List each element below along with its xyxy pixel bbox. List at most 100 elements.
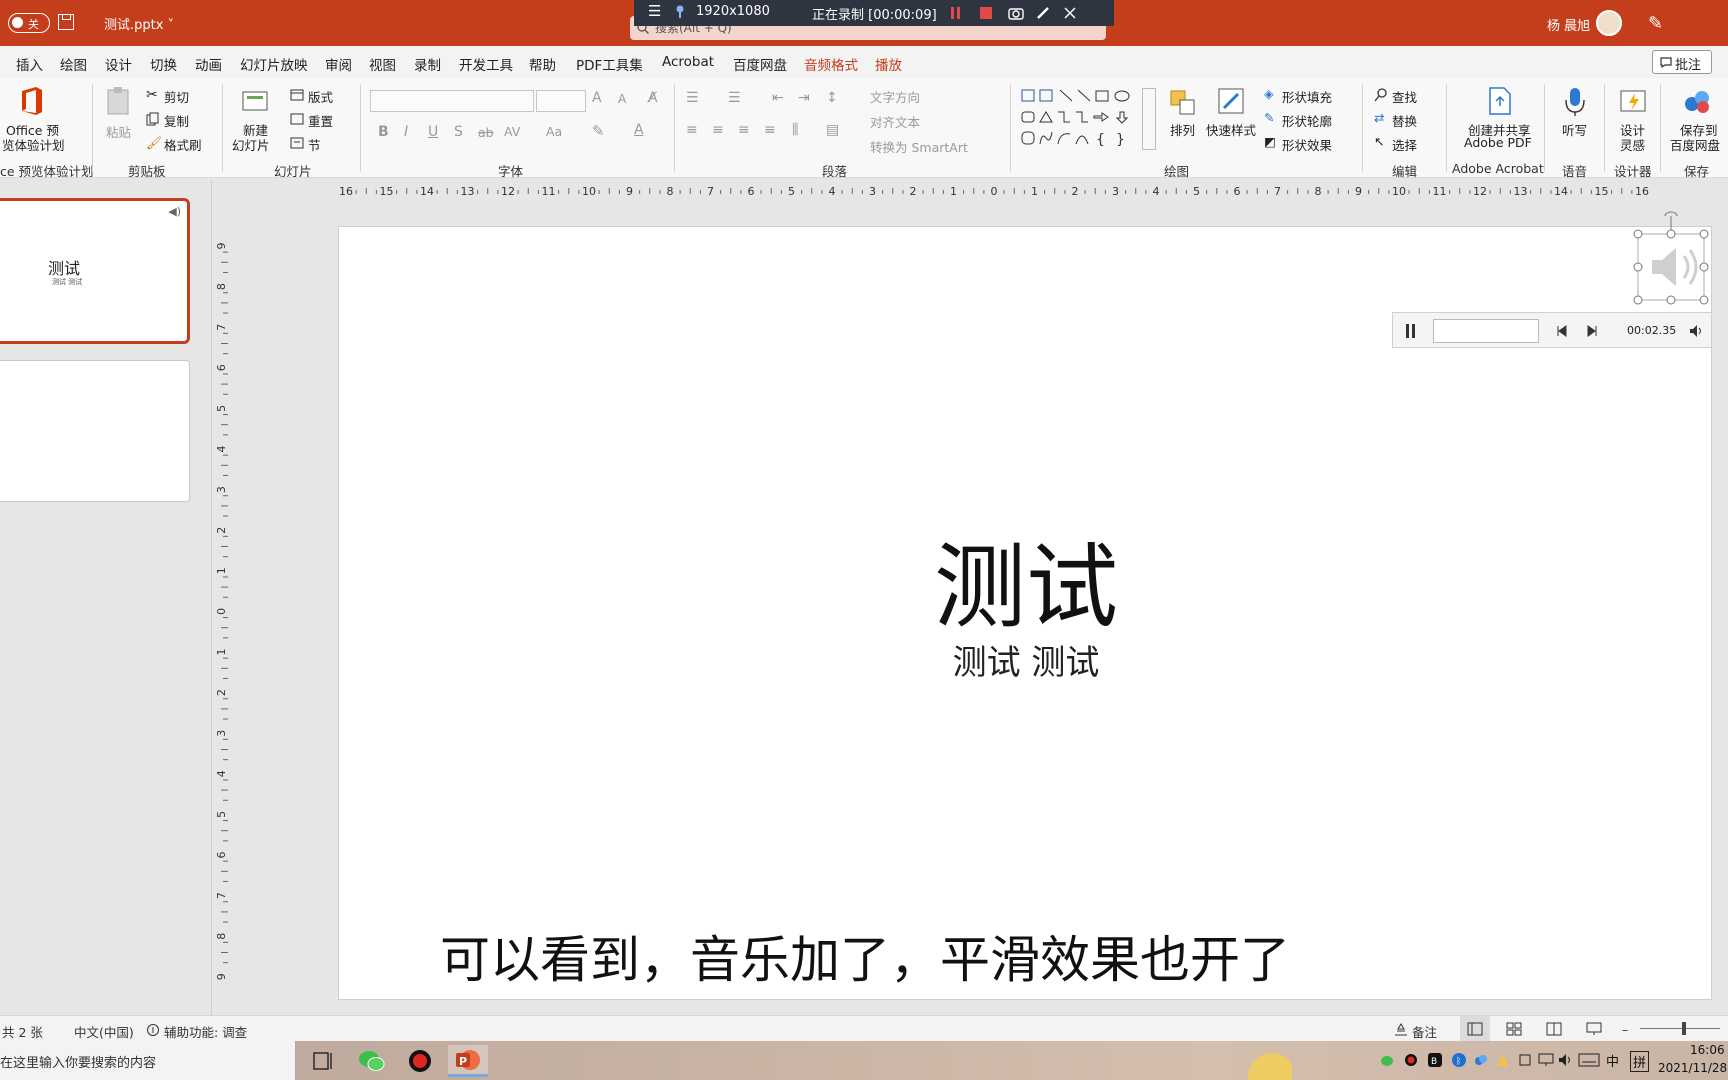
shape-outline-button[interactable]: 形状轮廓 [1282,111,1332,130]
audio-object[interactable] [1633,211,1709,305]
slide-thumbnail-2[interactable] [0,360,190,502]
slide-thumbnail-1[interactable]: ◀) 测试 测试 测试 [0,198,190,344]
zoom-out-icon[interactable]: – [1622,1022,1628,1037]
tab-design[interactable]: 设计 [105,54,132,74]
design-ideas-label-2[interactable]: 灵感 [1620,135,1645,154]
clock-date[interactable]: 2021/11/28 [1658,1061,1727,1075]
stop-icon[interactable] [980,7,992,19]
recorder-tray-icon[interactable] [1404,1053,1418,1067]
grow-font-button[interactable]: A [592,90,602,106]
create-pdf-label-2[interactable]: Adobe PDF [1464,135,1532,150]
user-name[interactable]: 杨 晨旭 [1547,15,1590,34]
paste-button[interactable]: 粘贴 [106,122,131,141]
network-icon[interactable] [1538,1052,1554,1068]
app-tray-icon[interactable]: B [1428,1053,1442,1067]
quick-styles-button[interactable]: 快速样式 [1206,120,1256,139]
rewind-icon[interactable] [1555,325,1567,337]
shapes-gallery-scroll[interactable] [1142,88,1156,150]
tab-view[interactable]: 视图 [369,54,396,74]
align-right-icon[interactable]: ≡ [738,122,750,138]
warning-tray-icon[interactable] [1496,1053,1510,1067]
volume-icon[interactable] [1689,324,1705,338]
bullets-icon[interactable]: ☰ [686,90,699,106]
tab-transitions[interactable]: 切换 [150,54,177,74]
slide-title[interactable]: 测试 [339,513,1713,646]
increase-indent-icon[interactable]: ⇥ [798,90,810,106]
forward-icon[interactable] [1587,325,1599,337]
notes-button[interactable]: 备注 [1412,1022,1437,1041]
file-name[interactable]: 测试.pptx ˅ [104,14,174,33]
align-left-icon[interactable]: ≡ [686,122,698,138]
autosave-toggle[interactable]: 关 [8,13,50,33]
select-button[interactable]: 选择 [1392,135,1417,154]
columns-icon[interactable]: ⫼ [792,122,798,138]
close-icon[interactable] [1064,7,1076,19]
bluetooth-icon[interactable]: ᛒ [1452,1053,1466,1067]
font-name-combo[interactable] [370,90,534,112]
tab-playback[interactable]: 播放 [875,54,902,74]
line-spacing-icon[interactable]: ↕ [826,90,838,106]
menu-icon[interactable]: ☰ [648,2,661,20]
align-center-icon[interactable]: ≡ [712,122,724,138]
ime-mode[interactable]: 拼 [1630,1051,1650,1072]
designer-pen-icon[interactable]: ✎ [1648,13,1663,34]
clock-time[interactable]: 16:06 [1690,1043,1725,1057]
arrange-button[interactable]: 排列 [1170,120,1195,139]
dictate-button[interactable]: 听写 [1562,120,1587,139]
zoom-slider-thumb[interactable] [1682,1022,1686,1035]
copy-button[interactable]: 复制 [164,111,189,130]
tab-record[interactable]: 录制 [414,54,441,74]
avatar[interactable] [1596,10,1622,36]
office-label-2[interactable]: 览体验计划 [2,135,65,154]
tab-baidu-netdisk[interactable]: 百度网盘 [733,54,787,74]
wechat-tray-icon[interactable] [1380,1055,1394,1067]
char-spacing-button[interactable]: AV [504,124,520,139]
tab-animations[interactable]: 动画 [195,54,222,74]
camera-icon[interactable] [1008,6,1024,20]
reading-view-icon[interactable] [1546,1022,1562,1036]
taskbar-search[interactable]: 在这里输入你要搜索的内容 [0,1041,296,1080]
change-case-button[interactable]: Aa [546,124,562,139]
bold-button[interactable]: B [378,124,389,140]
distributed-icon[interactable]: ▤ [826,122,839,138]
shapes-gallery[interactable]: { } [1020,88,1150,152]
text-direction-button[interactable]: 文字方向 [870,87,920,106]
pen-icon[interactable] [1036,6,1050,20]
tab-developer[interactable]: 开发工具 [459,54,513,74]
slide-sorter-icon[interactable] [1506,1022,1522,1036]
slide-subtitle[interactable]: 测试 测试 [339,635,1713,684]
font-color-icon[interactable]: A [634,122,644,138]
zoom-slider[interactable] [1640,1028,1720,1029]
language-status[interactable]: 中文(中国) [74,1022,134,1041]
decrease-indent-icon[interactable]: ⇤ [772,90,784,106]
shape-effect-button[interactable]: 形状效果 [1282,135,1332,154]
section-button[interactable]: 节 [308,135,321,154]
shape-fill-button[interactable]: 形状填充 [1282,87,1332,106]
replace-button[interactable]: 替换 [1392,111,1417,130]
layout-button[interactable]: 版式 [308,87,333,106]
format-painter-button[interactable]: 格式刷 [164,135,202,154]
tab-audio-format[interactable]: 音频格式 [804,54,858,74]
tab-insert[interactable]: 插入 [16,54,43,74]
powerpoint-app-icon[interactable]: P [448,1045,488,1077]
highlight-icon[interactable]: ✎ [592,122,605,140]
pin-icon[interactable] [674,5,686,19]
wechat-icon[interactable] [352,1045,392,1077]
speaker-tray-icon[interactable] [1558,1052,1574,1068]
tab-help[interactable]: 帮助 [529,54,556,74]
security-tray-icon[interactable] [1518,1053,1532,1067]
task-view-icon[interactable] [304,1045,344,1077]
new-slide-label-2[interactable]: 幻灯片 [232,135,270,154]
underline-button[interactable]: U [428,124,438,140]
slideshow-icon[interactable] [1586,1022,1602,1036]
tab-review[interactable]: 审阅 [325,54,352,74]
ime-language[interactable]: 中 [1606,1051,1619,1070]
netdisk-tray-icon[interactable] [1474,1053,1488,1067]
align-text-button[interactable]: 对齐文本 [870,112,920,131]
tab-acrobat[interactable]: Acrobat [662,54,714,70]
shadow-button[interactable]: S [454,124,463,140]
pause-icon[interactable] [950,7,962,19]
numbering-icon[interactable]: ☰ [728,90,741,106]
italic-button[interactable]: I [404,124,408,140]
save-to-netdisk-label-2[interactable]: 百度网盘 [1670,135,1720,154]
